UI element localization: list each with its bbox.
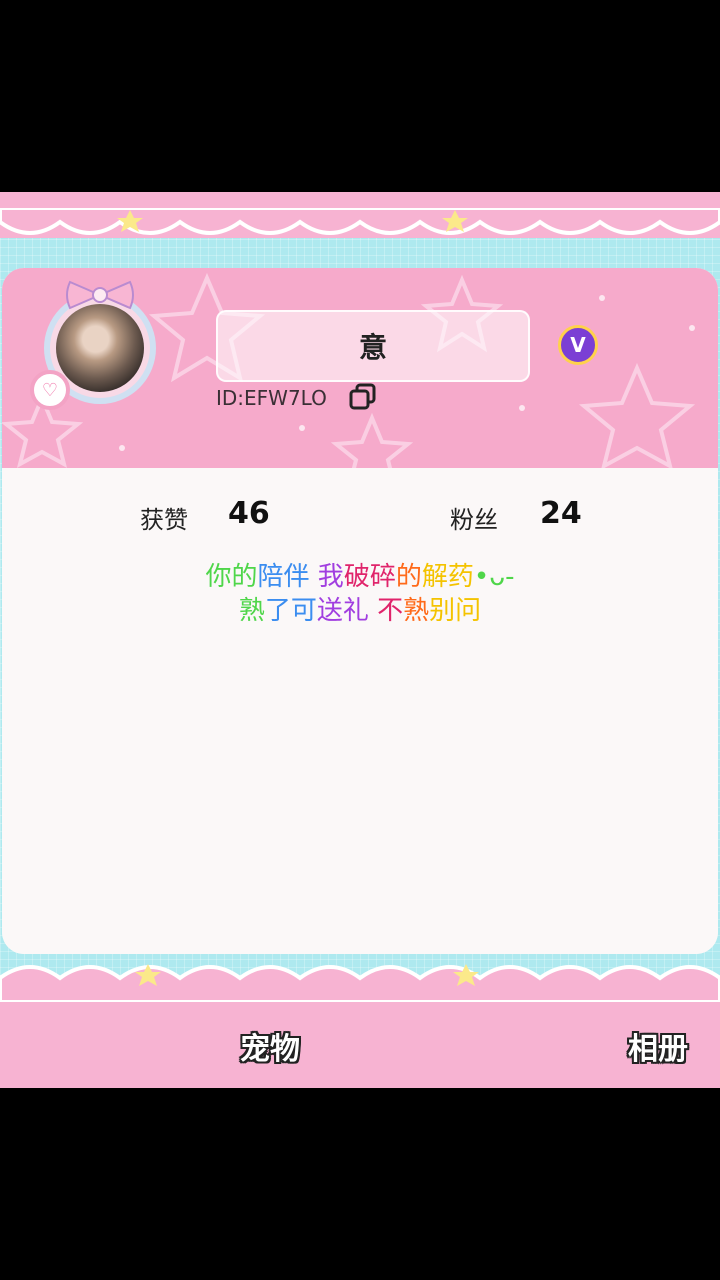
tab-album[interactable]: 相册 <box>628 1024 688 1068</box>
bio-segment: 解药 <box>421 562 474 592</box>
nickname: 意 <box>216 310 530 382</box>
bio-segment: •ᴗ- <box>473 562 515 592</box>
profile-screen: ♡ 意 V ID:EFW7LO 获赞 46 粉丝 24 你的陪伴 我破碎的解药•… <box>0 192 720 1088</box>
top-scallop-border <box>0 208 720 235</box>
bio-line-1: 你的陪伴 我破碎的解药•ᴗ- <box>2 560 718 594</box>
bio-segment: 不 <box>368 596 404 626</box>
tab-pet[interactable]: 宠物 <box>240 1024 300 1068</box>
bio-segment: 了可 <box>264 596 317 626</box>
bio-segment: 送礼 <box>316 596 369 626</box>
bio-segment: 破碎 <box>343 562 396 592</box>
avatar-frame[interactable]: ♡ <box>30 280 164 410</box>
bio-segment: 别问 <box>429 596 482 626</box>
bottom-letterbox <box>0 1088 720 1280</box>
profile-card: ♡ 意 V ID:EFW7LO 获赞 46 粉丝 24 你的陪伴 我破碎的解药•… <box>2 268 718 954</box>
user-id: ID:EFW7LO <box>216 386 327 410</box>
profile-body <box>2 468 718 954</box>
top-letterbox <box>0 0 720 192</box>
avatar[interactable] <box>56 304 144 392</box>
bio-segment: 熟 <box>238 596 265 626</box>
bottom-scallop-border <box>0 964 720 1002</box>
profile-header: ♡ 意 V ID:EFW7LO <box>2 268 718 468</box>
bio-segment: 陪伴 <box>257 562 310 592</box>
bio-segment: 你的 <box>205 562 258 592</box>
bio-segment: 的 <box>395 562 422 592</box>
bottom-tab-bar: 宠物 相册 <box>0 1002 720 1088</box>
vip-badge-icon[interactable]: V <box>558 325 598 365</box>
heart-icon[interactable]: ♡ <box>30 370 70 410</box>
bio-line-2: 熟了可送礼 不熟别问 <box>2 594 718 628</box>
bio-segment: 我 <box>309 562 344 592</box>
likes-label: 获赞 <box>140 506 188 534</box>
bow-icon <box>66 280 134 310</box>
fans-count[interactable]: 24 <box>540 496 582 531</box>
fans-label[interactable]: 粉丝 <box>450 500 498 535</box>
bio-segment: 熟 <box>403 596 430 626</box>
copy-icon[interactable] <box>348 382 378 412</box>
likes-count: 46 <box>228 496 270 531</box>
